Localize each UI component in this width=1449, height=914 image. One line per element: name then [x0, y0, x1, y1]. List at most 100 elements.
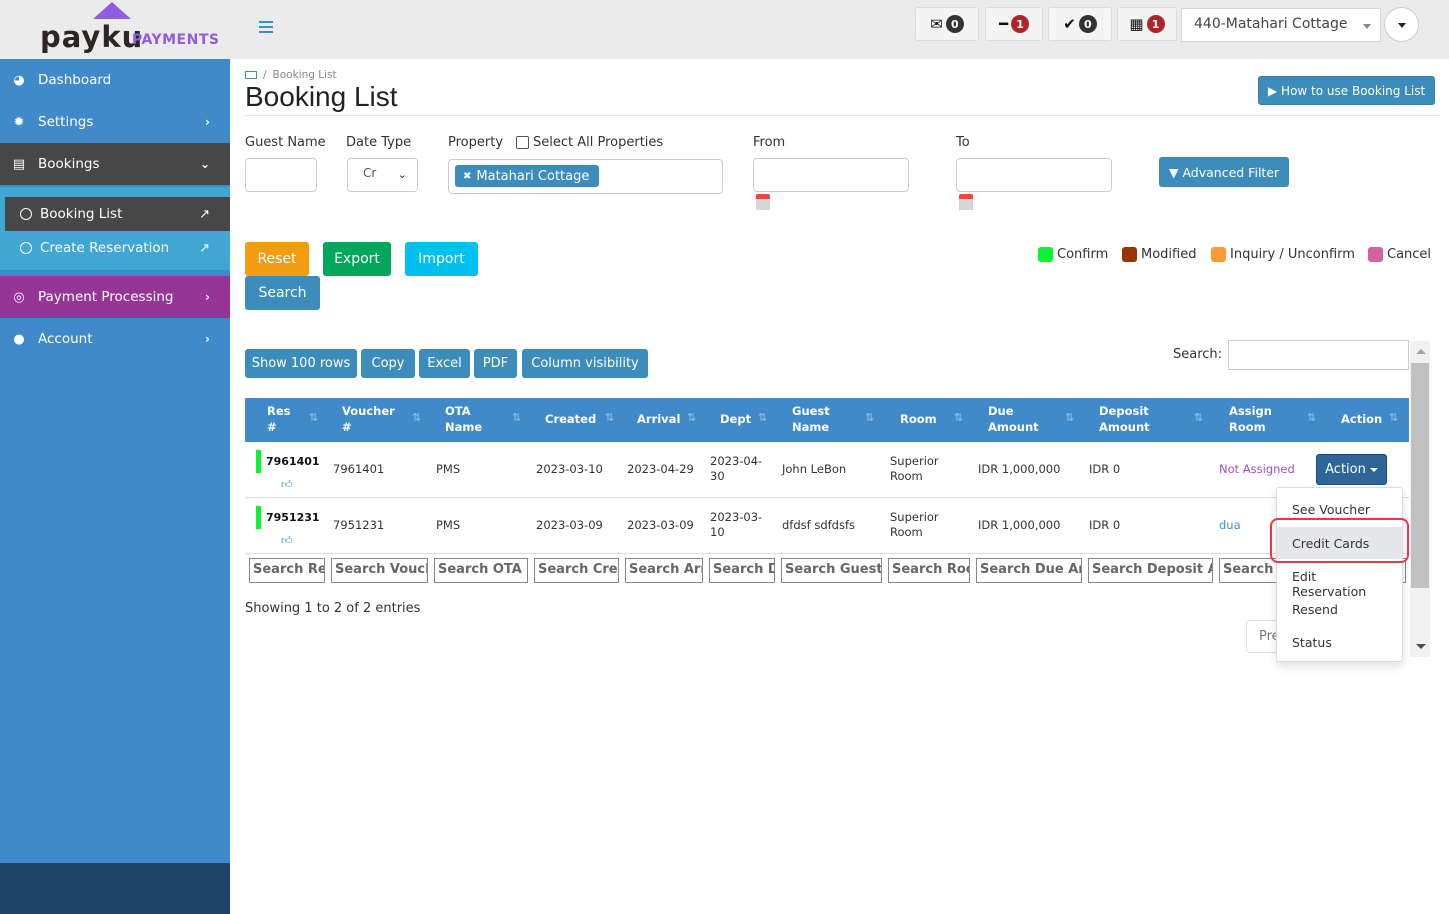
circle-icon: [20, 242, 32, 254]
column-header-room[interactable]: Room: [900, 411, 937, 427]
thumbs-up-icon[interactable]: 👍︎: [281, 478, 293, 491]
column-search-ota[interactable]: Search OTA N: [434, 558, 528, 583]
calendar-button[interactable]: ▦ 1: [1117, 7, 1177, 41]
table-header: Res # ⇅ Voucher # ⇅ OTA Name ⇅ Created ⇅ Ar…: [245, 398, 1409, 442]
calendar-icon[interactable]: [756, 194, 770, 210]
column-header-ota[interactable]: OTA Name: [445, 403, 482, 435]
date-type-select[interactable]: Cr ⌄: [347, 158, 418, 192]
sidebar-item-create-reservation[interactable]: Create Reservation ↗: [5, 231, 230, 265]
legend-label: Confirm: [1057, 247, 1109, 262]
copy-button[interactable]: Copy: [361, 349, 415, 378]
sidebar-item-settings[interactable]: ✹ Settings ›: [0, 101, 230, 143]
logo-text: payku: [40, 20, 144, 54]
column-search-room[interactable]: Search Roo: [888, 558, 970, 583]
menu-item-edit-reservation[interactable]: Edit Reservation: [1277, 560, 1402, 599]
column-visibility-button[interactable]: Column visibility: [522, 349, 648, 378]
column-header-res[interactable]: Res #: [267, 403, 291, 435]
pdf-button[interactable]: PDF: [474, 349, 517, 378]
thumbs-up-icon[interactable]: 👍︎: [281, 534, 293, 547]
remove-tag-icon[interactable]: ✖: [463, 171, 471, 182]
column-search-deposit[interactable]: Search Deposit Ai: [1088, 558, 1213, 583]
column-search-guest[interactable]: Search Guest N: [781, 558, 882, 583]
cancel-swatch: [1368, 247, 1383, 262]
sort-icon[interactable]: ⇅: [1307, 411, 1316, 424]
scroll-down-icon[interactable]: [1416, 644, 1426, 649]
res-number: 7951231: [266, 511, 320, 524]
column-header-created[interactable]: Created: [545, 411, 596, 427]
logo[interactable]: payku PAYMENTS: [0, 0, 230, 59]
res-number: 7961401: [266, 455, 320, 468]
menu-item-credit-cards[interactable]: Credit Cards: [1277, 527, 1402, 559]
menu-item-resend[interactable]: Resend: [1277, 593, 1402, 625]
date-type-value: Cr: [363, 166, 377, 180]
sidebar-item-bookings[interactable]: ▤ Bookings ⌄: [0, 143, 230, 185]
sort-icon[interactable]: ⇅: [309, 411, 318, 424]
sidebar-item-label: Create Reservation: [40, 240, 170, 256]
confirmed-button[interactable]: ✔ 0: [1048, 7, 1112, 41]
sort-icon[interactable]: ⇅: [758, 411, 767, 424]
user-menu-button[interactable]: [1384, 7, 1419, 42]
column-header-assign-room[interactable]: Assign Room: [1229, 403, 1272, 435]
chevron-down-icon: ⌄: [397, 168, 407, 181]
column-search-created[interactable]: Search Crea: [534, 558, 619, 583]
column-search-voucher[interactable]: Search Vouch: [331, 558, 428, 583]
sort-icon[interactable]: ⇅: [865, 411, 874, 424]
import-button[interactable]: Import: [405, 242, 478, 276]
reset-button[interactable]: Reset: [245, 242, 309, 276]
to-date-input[interactable]: [956, 158, 1112, 192]
sidebar-item-dashboard[interactable]: ◕ Dashboard: [0, 59, 230, 101]
column-search-arrival[interactable]: Search Arr: [625, 558, 703, 583]
menu-item-status[interactable]: Status: [1277, 626, 1402, 658]
sort-icon[interactable]: ⇅: [512, 411, 521, 424]
sidebar-item-label: Payment Processing: [38, 289, 174, 305]
excel-button[interactable]: Excel: [419, 349, 470, 378]
column-header-guest-name[interactable]: Guest Name: [792, 403, 830, 435]
table-search-input[interactable]: [1228, 340, 1409, 370]
sort-icon[interactable]: ⇅: [687, 411, 696, 424]
scroll-up-icon[interactable]: [1416, 349, 1426, 354]
sort-icon[interactable]: ⇅: [1065, 411, 1074, 424]
pending-button[interactable]: ━ 1: [985, 7, 1043, 41]
from-date-input[interactable]: [753, 158, 909, 192]
action-dropdown-button[interactable]: Action: [1316, 454, 1387, 485]
column-search-due[interactable]: Search Due Am: [976, 558, 1082, 583]
action-dropdown-menu: See Voucher Credit Cards Edit Reservatio…: [1276, 487, 1403, 662]
column-header-voucher[interactable]: Voucher #: [342, 403, 395, 435]
menu-item-see-voucher[interactable]: See Voucher: [1277, 493, 1402, 525]
export-button[interactable]: Export: [323, 242, 391, 276]
sidebar-item-payment-processing[interactable]: ◎ Payment Processing ›: [0, 276, 230, 318]
legend-label: Cancel: [1387, 247, 1432, 262]
how-to-use-button[interactable]: ▶ How to use Booking List: [1258, 76, 1435, 105]
calendar-icon[interactable]: [959, 194, 973, 210]
show-rows-button[interactable]: Show 100 rows: [245, 349, 357, 378]
advanced-filter-button[interactable]: ▼ Advanced Filter: [1159, 157, 1289, 187]
legend-label: Inquiry / Unconfirm: [1230, 247, 1355, 262]
column-header-due-amount[interactable]: Due Amount: [988, 403, 1039, 435]
column-header-action[interactable]: Action: [1341, 411, 1382, 427]
column-search-dept[interactable]: Search D: [709, 558, 775, 583]
messages-button[interactable]: ✉ 0: [915, 7, 979, 41]
sort-icon[interactable]: ⇅: [412, 411, 421, 424]
sort-icon[interactable]: ⇅: [954, 411, 963, 424]
column-header-deposit-amount[interactable]: Deposit Amount: [1099, 403, 1150, 435]
assign-room-link[interactable]: dua: [1219, 518, 1241, 533]
sidebar-item-account[interactable]: ● Account ›: [0, 318, 230, 360]
bookings-icon[interactable]: [245, 71, 257, 79]
guest-name-input[interactable]: [245, 158, 317, 192]
user-icon: ●: [13, 331, 25, 347]
property-select[interactable]: 440-Matahari Cottage: [1181, 8, 1381, 42]
menu-toggle-icon[interactable]: [259, 21, 273, 33]
search-button[interactable]: Search: [245, 276, 320, 310]
assign-room-link[interactable]: Not Assigned: [1219, 462, 1295, 477]
due-cell: IDR 1,000,000: [978, 518, 1061, 532]
sort-icon[interactable]: ⇅: [1194, 411, 1203, 424]
column-header-dept[interactable]: Dept: [720, 411, 751, 427]
external-link-icon: ↗: [199, 206, 210, 222]
sidebar-item-booking-list[interactable]: Booking List ↗: [5, 197, 230, 231]
column-header-arrival[interactable]: Arrival: [637, 411, 680, 427]
sort-icon[interactable]: ⇅: [1389, 411, 1398, 424]
scrollbar-thumb[interactable]: [1411, 363, 1429, 588]
select-all-properties-checkbox[interactable]: [516, 136, 529, 149]
sort-icon[interactable]: ⇅: [605, 411, 614, 424]
column-search-res[interactable]: Search Re: [249, 558, 325, 583]
